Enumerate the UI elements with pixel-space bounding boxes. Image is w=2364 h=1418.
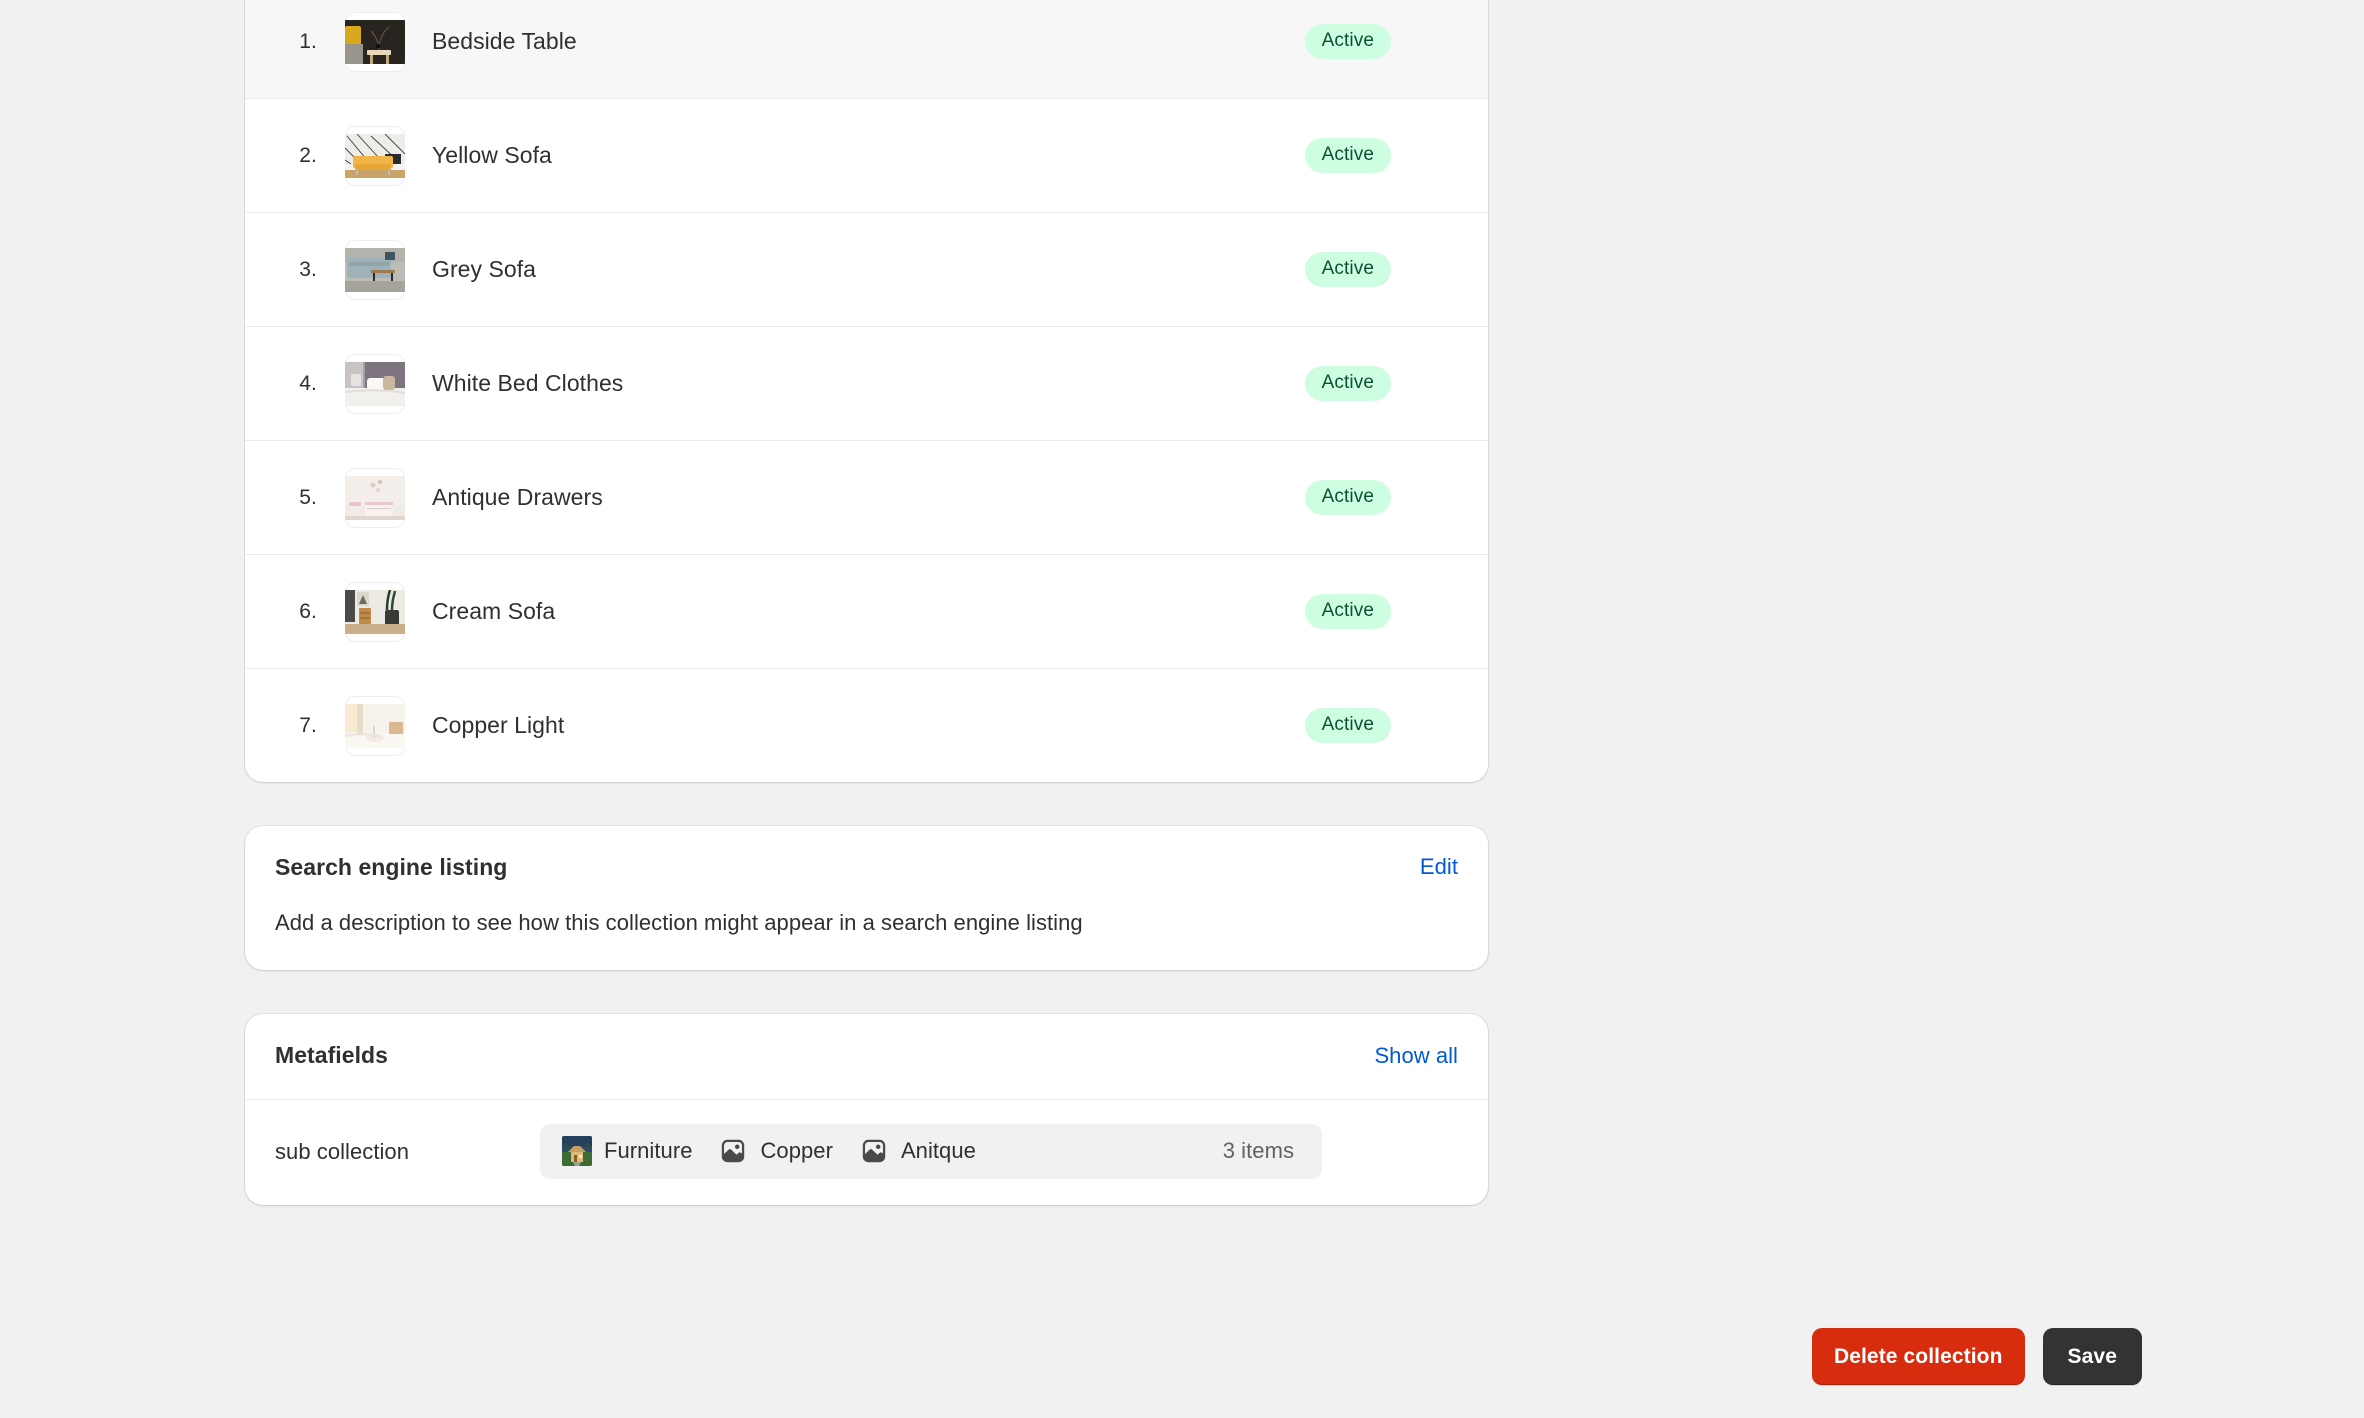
edit-seo-link[interactable]: Edit [1420,854,1458,880]
product-row[interactable]: 2. Yellow Sofa Active [245,98,1488,212]
search-engine-listing-title: Search engine listing [275,854,508,880]
status-badge: Active [1304,594,1391,629]
product-thumbnail [345,695,405,756]
metafield-value-chip[interactable]: Anitque [859,1136,976,1166]
product-title[interactable]: Copper Light [432,712,1305,739]
product-thumbnail [345,125,405,186]
product-list: 1. Bedside Table Active 2. Yellow Sofa Active… [245,0,1488,782]
product-index: 7. [299,713,317,737]
search-engine-listing-description: Add a description to see how this collec… [275,910,1083,935]
product-title[interactable]: Bedside Table [432,28,1305,55]
metafield-value-label: Anitque [900,1138,976,1163]
status-badge: Active [1304,480,1391,515]
product-title[interactable]: White Bed Clothes [432,370,1305,397]
save-button[interactable]: Save [2042,1328,2142,1385]
product-index: 2. [299,143,317,167]
product-thumbnail [345,239,405,300]
search-engine-listing-header: Search engine listing Edit [275,854,1458,881]
image-placeholder-icon [718,1136,748,1166]
metafields-title: Metafields [275,1042,388,1068]
product-index: 4. [299,371,317,395]
status-badge: Active [1304,24,1391,59]
product-index: 3. [299,257,317,281]
status-badge: Active [1304,708,1391,743]
product-row[interactable]: 7. Copper Light Active [245,668,1488,782]
metafield-item-count: 3 items [1222,1138,1294,1163]
product-thumbnail [345,353,405,414]
product-title[interactable]: Yellow Sofa [432,142,1305,169]
metafields-header: Metafields Show all [245,1014,1488,1099]
product-row[interactable]: 4. White Bed Clothes Active [245,326,1488,440]
product-row[interactable]: 5. Antique Drawers Active [245,440,1488,554]
product-thumbnail [345,581,405,642]
image-placeholder-icon [859,1136,889,1166]
metafield-row: sub collection Furniture Copper Anitque 3 i… [245,1099,1488,1205]
status-badge: Active [1304,138,1391,173]
metafield-label: sub collection [275,1138,409,1164]
product-row[interactable]: 6. Cream Sofa Active [245,554,1488,668]
page-actions: Delete collection Save [1811,1328,2142,1385]
show-all-metafields-link[interactable]: Show all [1374,1043,1458,1069]
product-index: 5. [299,485,317,509]
search-engine-listing-card: Search engine listing Edit Add a descrip… [245,826,1488,970]
metafields-card: Metafields Show all sub collection Furni… [245,1014,1488,1205]
product-title[interactable]: Grey Sofa [432,256,1305,283]
metafield-value-chip[interactable]: Furniture [562,1136,692,1166]
status-badge: Active [1304,252,1391,287]
status-badge: Active [1304,366,1391,401]
delete-collection-button[interactable]: Delete collection [1811,1328,2025,1385]
metafield-value-list[interactable]: Furniture Copper Anitque 3 items [540,1124,1322,1179]
metafield-value-chip[interactable]: Copper [718,1136,833,1166]
product-title[interactable]: Cream Sofa [432,598,1305,625]
product-index: 6. [299,599,317,623]
main-content-column: 1. Bedside Table Active 2. Yellow Sofa Active… [245,0,1488,1205]
product-index: 1. [299,29,317,53]
metafield-value-label: Copper [760,1138,833,1163]
product-thumbnail [345,11,405,72]
product-row[interactable]: 3. Grey Sofa Active [245,212,1488,326]
house-photo-thumbnail [562,1136,592,1166]
products-card: 1. Bedside Table Active 2. Yellow Sofa Active… [245,0,1488,782]
metafield-value-label: Furniture [604,1138,693,1163]
product-title[interactable]: Antique Drawers [432,484,1305,511]
product-thumbnail [345,467,405,528]
product-row[interactable]: 1. Bedside Table Active [245,0,1488,98]
